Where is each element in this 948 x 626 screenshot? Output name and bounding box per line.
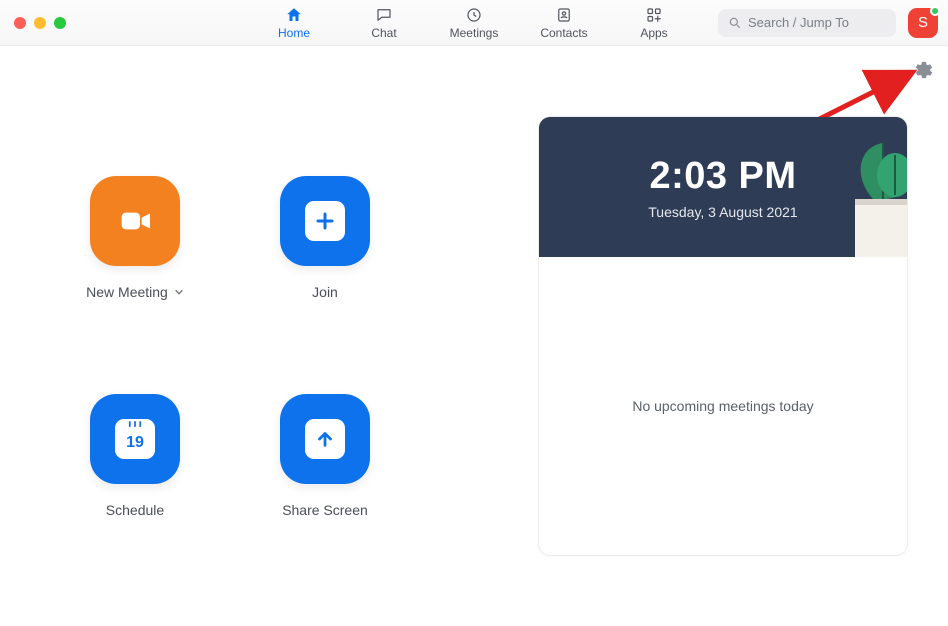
share-screen-button[interactable] — [280, 394, 370, 484]
zoom-window-button[interactable] — [54, 17, 66, 29]
new-meeting-label-row[interactable]: New Meeting — [86, 284, 184, 300]
calendar-day: 19 — [126, 434, 144, 452]
schedule-label: Schedule — [106, 502, 164, 518]
join-label: Join — [312, 284, 338, 300]
plus-icon — [305, 201, 345, 241]
chat-icon — [374, 6, 394, 24]
nav-meetings[interactable]: Meetings — [446, 6, 502, 40]
clock-hero: 2:03 PM Tuesday, 3 August 2021 — [539, 117, 907, 257]
join-button[interactable] — [280, 176, 370, 266]
search-input[interactable]: Search / Jump To — [718, 9, 896, 37]
chevron-down-icon — [174, 287, 184, 297]
upcoming-empty-text: No upcoming meetings today — [632, 398, 813, 414]
upcoming-panel: No upcoming meetings today — [539, 257, 907, 555]
clock-date: Tuesday, 3 August 2021 — [648, 204, 797, 220]
nav-label: Chat — [371, 26, 396, 40]
right-controls: Search / Jump To S — [718, 8, 948, 38]
apps-icon — [644, 6, 664, 24]
window-controls — [0, 17, 66, 29]
share-screen-label: Share Screen — [282, 502, 368, 518]
clock-icon — [464, 6, 484, 24]
new-meeting-label: New Meeting — [86, 284, 168, 300]
plant-decoration — [803, 137, 907, 257]
gear-icon — [914, 60, 934, 80]
nav-home[interactable]: Home — [266, 6, 322, 40]
nav-label: Contacts — [540, 26, 587, 40]
calendar-icon: 19 — [115, 419, 155, 459]
nav-label: Meetings — [450, 26, 499, 40]
new-meeting-action: New Meeting — [86, 176, 184, 338]
main-content: New Meeting Join 19 Schedule — [0, 46, 948, 556]
nav-label: Home — [278, 26, 310, 40]
upload-arrow-icon — [305, 419, 345, 459]
close-window-button[interactable] — [14, 17, 26, 29]
profile-avatar[interactable]: S — [908, 8, 938, 38]
schedule-action: 19 Schedule — [90, 394, 180, 556]
join-action: Join — [280, 176, 370, 338]
action-grid: New Meeting Join 19 Schedule — [40, 116, 420, 556]
nav-chat[interactable]: Chat — [356, 6, 412, 40]
nav-contacts[interactable]: Contacts — [536, 6, 592, 40]
clock-time: 2:03 PM — [649, 155, 796, 198]
search-icon — [728, 16, 742, 30]
settings-button[interactable] — [914, 60, 934, 80]
calendar-card: 2:03 PM Tuesday, 3 August 2021 No upcomi… — [538, 116, 908, 556]
nav-apps[interactable]: Apps — [626, 6, 682, 40]
share-screen-action: Share Screen — [280, 394, 370, 556]
avatar-initial: S — [918, 14, 928, 31]
home-icon — [284, 6, 304, 24]
schedule-button[interactable]: 19 — [90, 394, 180, 484]
new-meeting-button[interactable] — [90, 176, 180, 266]
video-icon — [111, 201, 159, 241]
nav-label: Apps — [640, 26, 667, 40]
presence-indicator — [930, 6, 940, 16]
titlebar: Home Chat Meetings Contacts Apps — [0, 0, 948, 46]
top-nav: Home Chat Meetings Contacts Apps — [266, 0, 682, 45]
minimize-window-button[interactable] — [34, 17, 46, 29]
contacts-icon — [554, 6, 574, 24]
search-placeholder: Search / Jump To — [748, 15, 849, 30]
